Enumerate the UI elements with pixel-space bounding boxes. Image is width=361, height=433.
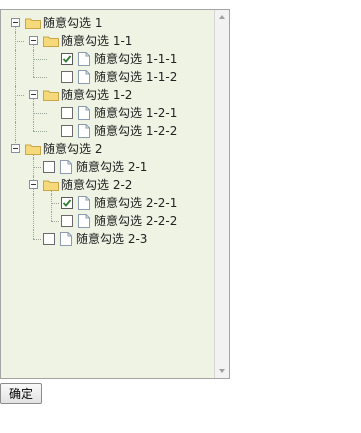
tree-node-2-2: 随意勾选 2-2 [9,176,214,194]
tree-connector [33,167,41,168]
tree-node-1-2: 随意勾选 1-2 [9,86,214,104]
file-icon [78,124,90,138]
tree-connector [33,77,47,78]
tree-node-1-1: 随意勾选 1-1 [9,32,214,50]
scroll-up-arrow-icon[interactable] [219,15,225,19]
folder-open-icon [43,180,59,191]
node-checkbox[interactable] [61,197,73,209]
tree-node-1-2-1: 随意勾选 1-2-1 [9,104,214,122]
tree-connector [33,131,47,132]
file-icon [78,196,90,210]
tree-node-label[interactable]: 随意勾选 1-2-2 [93,122,178,140]
tree-node-label[interactable]: 随意勾选 2-2 [60,176,133,194]
tree-connector [33,68,34,77]
scroll-down-arrow-icon[interactable] [219,369,225,373]
node-checkbox[interactable] [61,53,73,65]
tree-node-1-1-1: 随意勾选 1-1-1 [9,50,214,68]
tree-connector [15,104,16,122]
node-checkbox[interactable] [61,215,73,227]
tree-node-label[interactable]: 随意勾选 1-1-2 [93,68,178,86]
collapse-toggle-icon[interactable] [29,180,38,189]
checkmark-icon [62,199,72,207]
node-checkbox[interactable] [43,233,55,245]
tree-connector [15,122,16,140]
tree-connector [33,230,34,239]
tree-node-2: 随意勾选 2 [9,140,214,158]
tree-connector [15,41,24,42]
tree-connector [33,194,34,212]
tree-connector [33,122,34,131]
folder-open-icon [43,36,59,47]
node-checkbox[interactable] [61,125,73,137]
tree-node-label[interactable]: 随意勾选 2-2-2 [93,212,178,230]
tree-node-1-2-2: 随意勾选 1-2-2 [9,122,214,140]
tree-connector [51,212,52,221]
tree-node-label[interactable]: 随意勾选 2-3 [75,230,148,248]
tree-node-label[interactable]: 随意勾选 1-1 [60,32,133,50]
tree-node-1-1-2: 随意勾选 1-1-2 [9,68,214,86]
tree-panel: 随意勾选 1 随意勾选 1-1 随意勾选 1-1-1 随意勾选 1-1-2 随意… [0,9,230,379]
node-checkbox[interactable] [61,71,73,83]
tree-connector [33,59,47,60]
collapse-toggle-icon[interactable] [11,144,20,153]
tree-node-label[interactable]: 随意勾选 2 [42,140,103,158]
tree-node-2-1: 随意勾选 2-1 [9,158,214,176]
tree-node-2-2-1: 随意勾选 2-2-1 [9,194,214,212]
tree-connector [51,221,59,222]
tree-node-label[interactable]: 随意勾选 1-1-1 [93,50,178,68]
tree-node-label[interactable]: 随意勾选 1-2 [60,86,133,104]
tree-node-2-2-2: 随意勾选 2-2-2 [9,212,214,230]
folder-open-icon [43,90,59,101]
tree-connector [33,239,41,240]
tree-node-1: 随意勾选 1 [9,14,214,32]
file-icon [60,232,72,246]
tree-node-label[interactable]: 随意勾选 1 [42,14,103,32]
folder-open-icon [25,144,41,155]
vertical-scrollbar[interactable] [214,10,229,378]
tree-node-label[interactable]: 随意勾选 2-2-1 [93,194,178,212]
file-icon [78,214,90,228]
node-checkbox[interactable] [43,161,55,173]
tree-connector [33,113,47,114]
node-checkbox[interactable] [61,107,73,119]
tree-connector [15,95,24,96]
collapse-toggle-icon[interactable] [29,90,38,99]
tree-node-label[interactable]: 随意勾选 2-1 [75,158,148,176]
tree-connector [15,68,16,86]
tree-node-2-3: 随意勾选 2-3 [9,230,214,248]
file-icon [78,70,90,84]
checkbox-tree: 随意勾选 1 随意勾选 1-1 随意勾选 1-1-1 随意勾选 1-1-2 随意… [9,14,214,248]
tree-connector [15,50,16,68]
confirm-button[interactable]: 确定 [0,383,42,404]
tree-connector [51,203,59,204]
checkmark-icon [62,55,72,63]
file-icon [78,106,90,120]
collapse-toggle-icon[interactable] [11,18,20,27]
tree-node-label[interactable]: 随意勾选 1-2-1 [93,104,178,122]
collapse-toggle-icon[interactable] [29,36,38,45]
file-icon [60,160,72,174]
tree-connector [33,212,34,230]
file-icon [78,52,90,66]
folder-open-icon [25,18,41,29]
